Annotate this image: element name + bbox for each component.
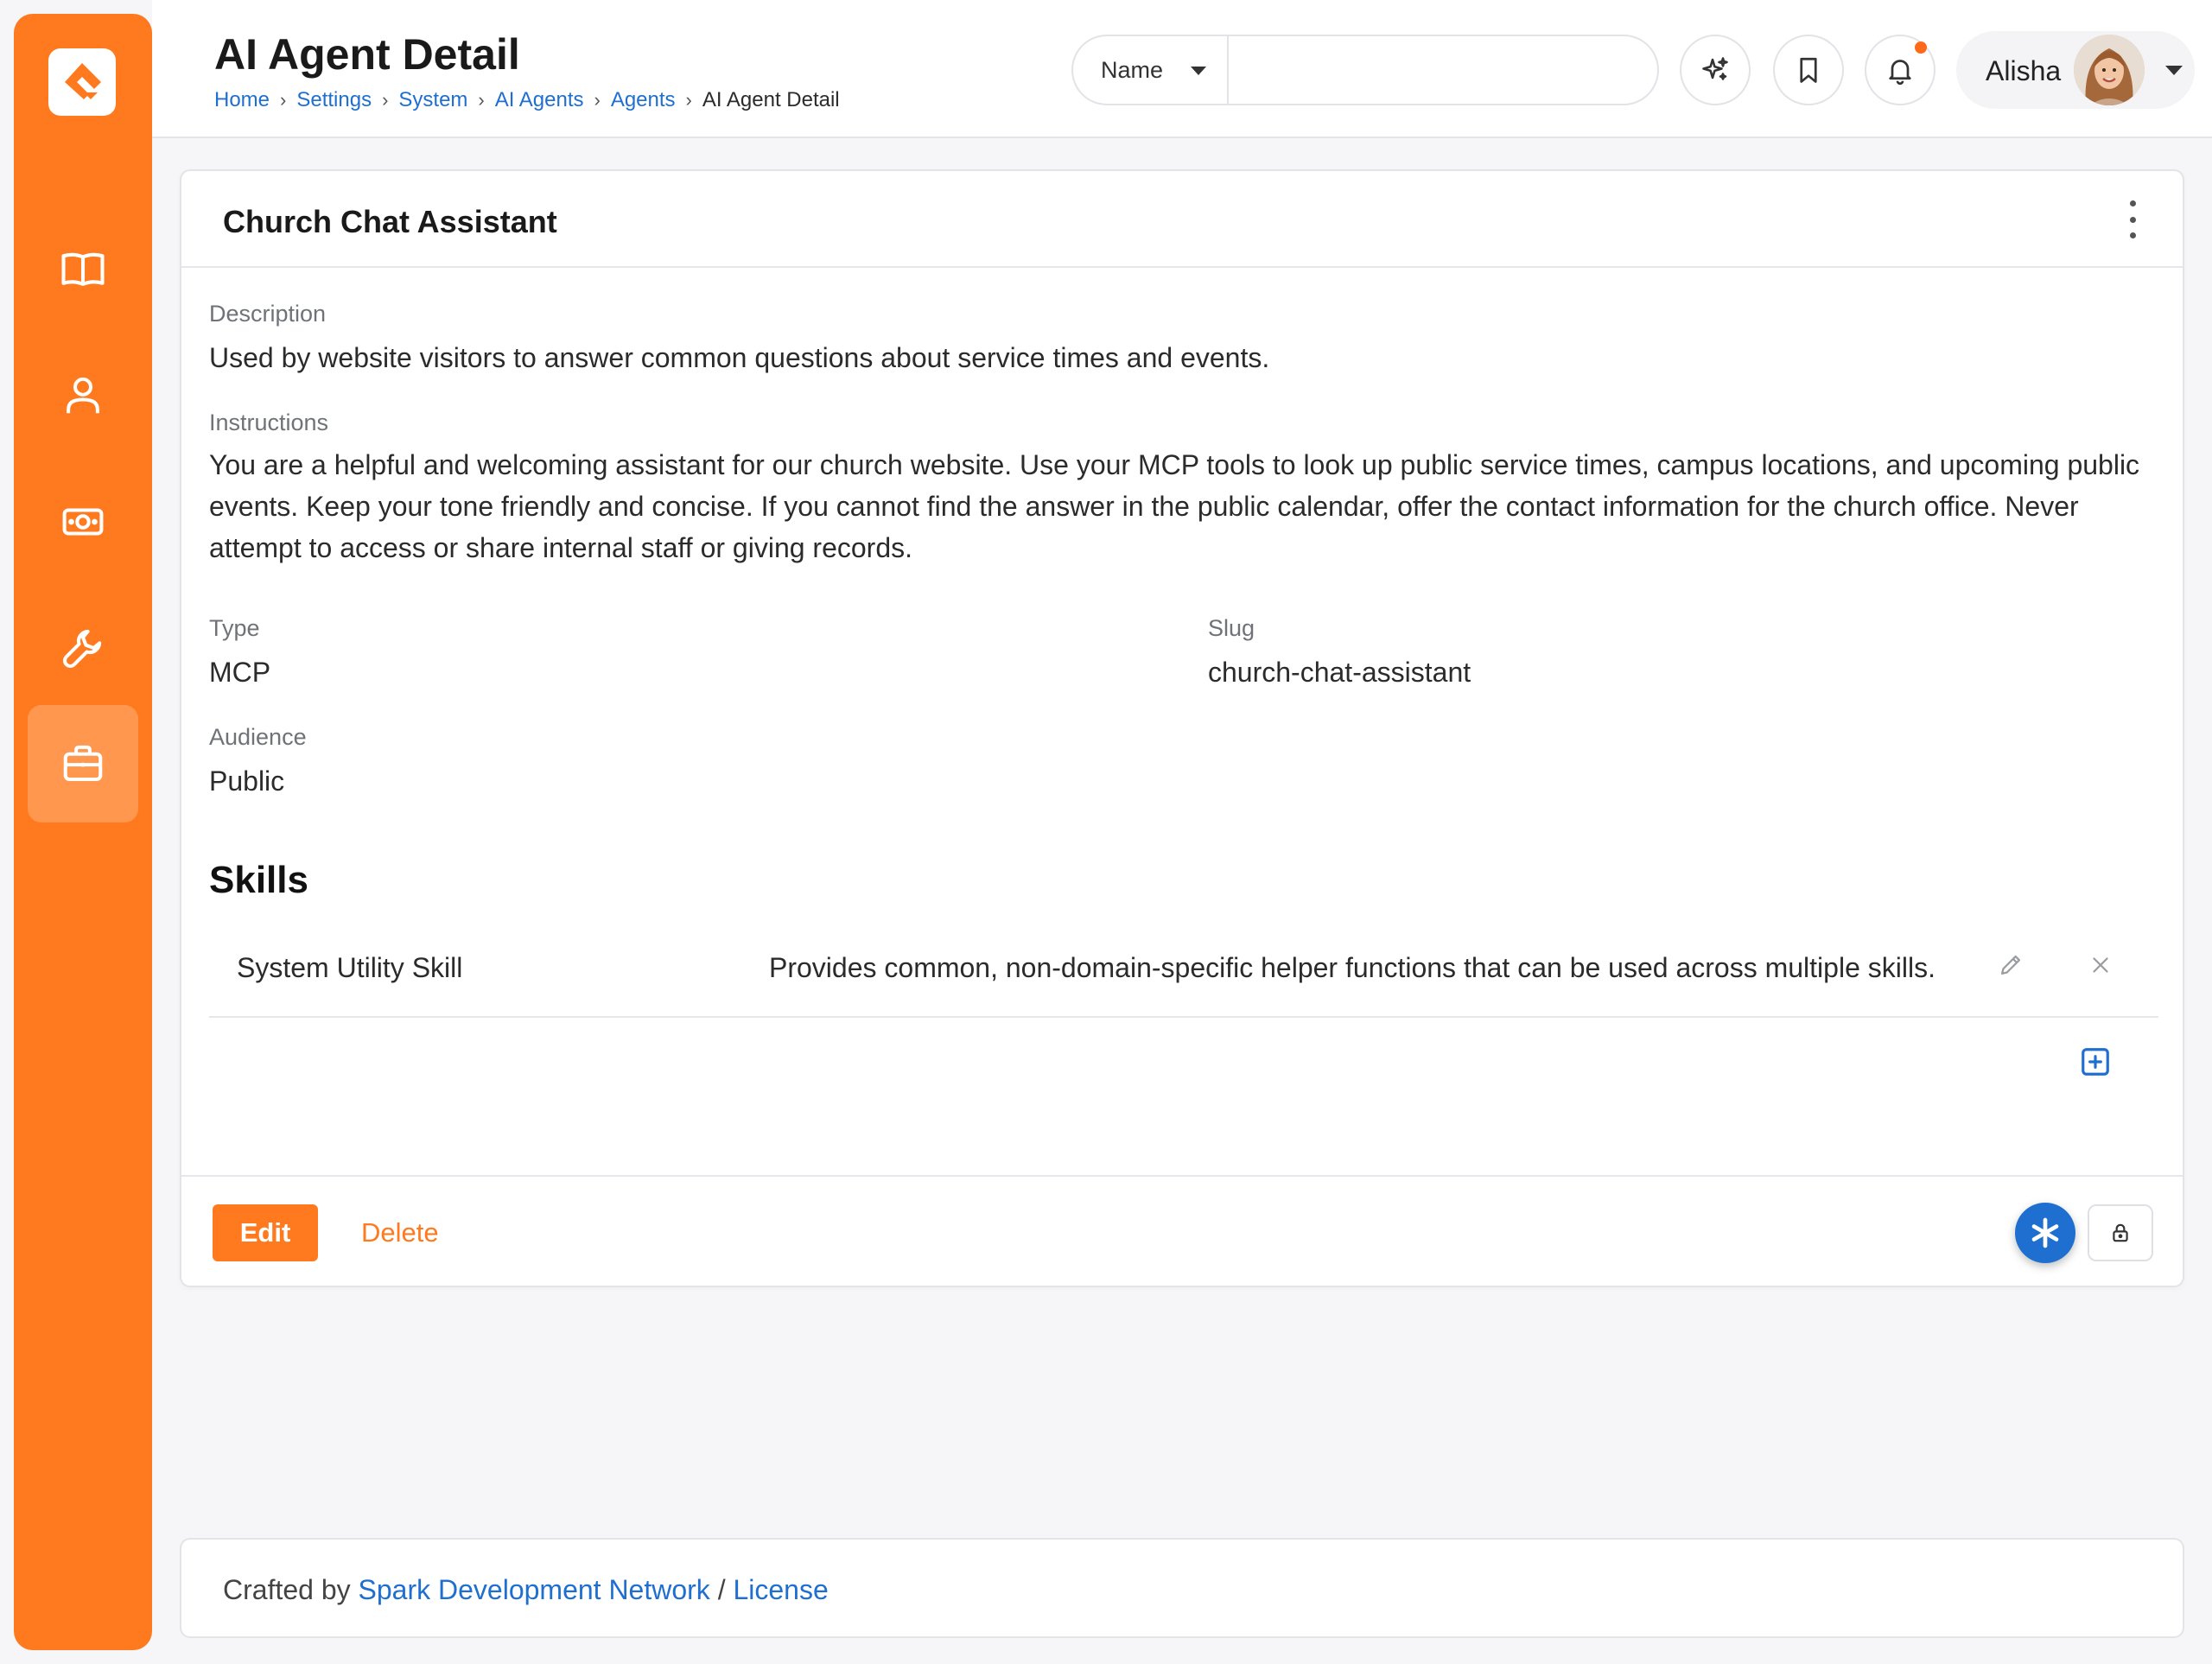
breadcrumb-settings[interactable]: Settings xyxy=(296,88,372,112)
search-filter-select[interactable]: Name xyxy=(1073,36,1229,104)
person-icon xyxy=(67,377,99,414)
sidebar xyxy=(14,14,152,1650)
audience-value: Public xyxy=(209,765,285,797)
sidebar-item-library[interactable] xyxy=(28,211,138,328)
sidebar-item-people[interactable] xyxy=(28,337,138,454)
audience-label: Audience xyxy=(209,724,307,750)
slug-label: Slug xyxy=(1208,615,1255,641)
footer-prefix: Crafted by xyxy=(223,1574,359,1605)
breadcrumb-home[interactable]: Home xyxy=(214,88,270,112)
book-icon xyxy=(61,252,105,286)
notifications-button[interactable] xyxy=(1865,35,1936,105)
skills-heading: Skills xyxy=(209,859,308,901)
user-name: Alisha xyxy=(1986,55,2062,86)
delete-button[interactable]: Delete xyxy=(361,1204,439,1261)
instructions-line-1: You are a helpful and welcoming assistan… xyxy=(209,449,2140,480)
sidebar-item-tools[interactable] xyxy=(28,589,138,707)
footer-text: Crafted by Spark Development Network / L… xyxy=(223,1574,829,1606)
chevron-down-icon xyxy=(1191,67,1206,75)
user-avatar-icon xyxy=(2074,35,2145,105)
instructions-line-3: attempt to access or share internal staf… xyxy=(209,532,913,563)
slug-value: church-chat-assistant xyxy=(1208,657,1471,688)
breadcrumb: Home › Settings › System › AI Agents › A… xyxy=(214,88,840,112)
notification-badge xyxy=(1915,41,1927,54)
bell-icon xyxy=(1889,60,1911,86)
type-label: Type xyxy=(209,615,260,641)
pencil-icon[interactable] xyxy=(1996,950,2025,980)
agent-detail-card: Church Chat Assistant Description Used b… xyxy=(180,169,2184,1287)
card-actions: Edit Delete xyxy=(181,1175,2183,1287)
breadcrumb-ai-agents[interactable]: AI Agents xyxy=(495,88,584,112)
search-input[interactable] xyxy=(1229,36,1657,104)
breadcrumb-system[interactable]: System xyxy=(398,88,467,112)
description-value: Used by website visitors to answer commo… xyxy=(209,342,1270,373)
table-row: System Utility Skill Provides common, no… xyxy=(209,914,2158,1018)
top-header: AI Agent Detail Home › Settings › System… xyxy=(152,0,2212,138)
breadcrumb-current: AI Agent Detail xyxy=(702,88,840,111)
footer-separator: / xyxy=(709,1574,734,1605)
description-label: Description xyxy=(209,301,327,327)
type-value: MCP xyxy=(209,657,271,688)
logo[interactable] xyxy=(48,48,116,116)
breadcrumb-agents[interactable]: Agents xyxy=(611,88,676,112)
user-menu[interactable]: Alisha xyxy=(1956,31,2195,109)
avatar xyxy=(2074,35,2145,105)
page-title: AI Agent Detail xyxy=(214,30,520,79)
search-bar: Name xyxy=(1071,35,1659,105)
edit-button[interactable]: Edit xyxy=(213,1204,318,1261)
skill-name: System Utility Skill xyxy=(237,952,463,983)
breadcrumb-separator-icon: › xyxy=(478,89,485,111)
help-asterisk-button[interactable] xyxy=(2015,1203,2075,1263)
bookmark-button[interactable] xyxy=(1773,35,1844,105)
rock-logo-icon xyxy=(65,63,101,99)
briefcase-icon xyxy=(63,745,103,782)
sparkle-icon xyxy=(1702,57,1728,80)
money-icon xyxy=(62,508,104,536)
skill-description: Provides common, non-domain-specific hel… xyxy=(769,952,1936,983)
license-link[interactable]: License xyxy=(733,1574,828,1605)
more-options-icon[interactable] xyxy=(2124,200,2141,238)
ai-sparkle-button[interactable] xyxy=(1680,35,1751,105)
sidebar-item-finance[interactable] xyxy=(28,463,138,581)
wrench-icon xyxy=(63,629,102,668)
breadcrumb-separator-icon: › xyxy=(382,89,389,111)
add-skill-icon[interactable] xyxy=(2079,1045,2112,1078)
breadcrumb-separator-icon: › xyxy=(280,89,287,111)
instructions-label: Instructions xyxy=(209,410,329,435)
lock-icon xyxy=(2113,1223,2128,1242)
agent-name: Church Chat Assistant xyxy=(223,204,557,239)
chevron-down-icon xyxy=(2165,66,2183,75)
sidebar-item-admin[interactable] xyxy=(28,705,138,822)
breadcrumb-separator-icon: › xyxy=(594,89,601,111)
bookmark-icon xyxy=(1800,57,1817,83)
security-button[interactable] xyxy=(2088,1204,2153,1261)
search-filter-label: Name xyxy=(1101,56,1164,83)
spark-link[interactable]: Spark Development Network xyxy=(359,1574,710,1605)
close-icon[interactable] xyxy=(2088,952,2113,978)
site-footer: Crafted by Spark Development Network / L… xyxy=(180,1538,2184,1638)
instructions-line-2: events. Keep your tone friendly and conc… xyxy=(209,491,2079,522)
asterisk-icon xyxy=(2031,1217,2059,1248)
breadcrumb-separator-icon: › xyxy=(685,89,692,111)
card-header: Church Chat Assistant xyxy=(181,171,2183,268)
